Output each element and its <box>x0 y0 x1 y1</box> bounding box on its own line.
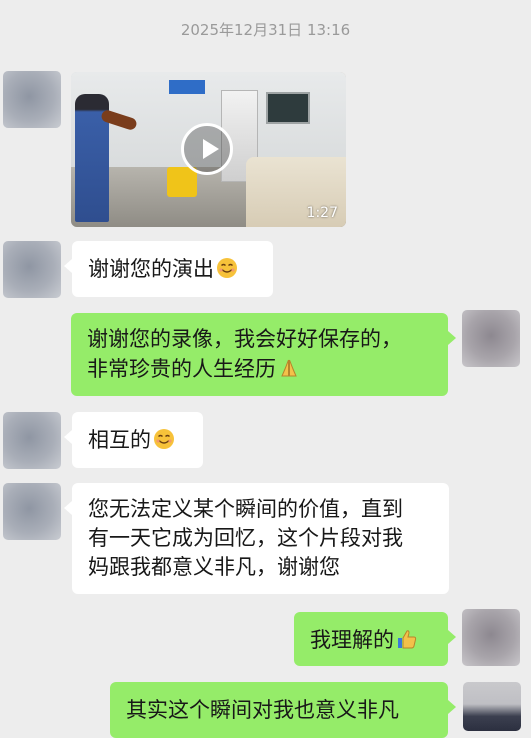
message-bubble-incoming[interactable]: 您无法定义某个瞬间的价值，直到 有一天它成为回忆，这个片段对我 妈跟我都意义非凡… <box>64 483 449 594</box>
contact-avatar[interactable] <box>3 71 61 128</box>
video-thumbnail-sign <box>169 80 205 94</box>
smiling-face-icon <box>217 258 237 278</box>
message-text-line: 妈跟我都意义非凡，谢谢您 <box>88 555 340 579</box>
video-message[interactable]: 1:27 <box>71 72 346 227</box>
message-bubble-incoming[interactable]: 谢谢您的演出 <box>64 241 273 297</box>
message-text: 我理解的 <box>310 628 394 652</box>
message-bubble-outgoing[interactable]: 其实这个瞬间对我也意义非凡 <box>110 682 456 738</box>
video-duration: 1:27 <box>306 205 338 221</box>
message-text: 谢谢您的演出 <box>88 257 214 281</box>
message-text: 其实这个瞬间对我也意义非凡 <box>126 698 399 722</box>
message-text-line: 您无法定义某个瞬间的价值，直到 <box>88 497 403 521</box>
message-text-line: 谢谢您的录像，我会好好保存的， <box>87 327 402 351</box>
chat-timestamp: 2025年12月31日 13:16 <box>180 21 351 39</box>
message-text: 相互的 <box>88 428 151 452</box>
message-bubble-incoming[interactable]: 相互的 <box>64 412 203 468</box>
contact-avatar[interactable] <box>3 412 61 469</box>
video-thumbnail-object <box>167 167 197 197</box>
video-thumbnail-monitor <box>266 92 310 124</box>
contact-avatar[interactable] <box>3 241 61 298</box>
my-avatar[interactable] <box>463 682 521 731</box>
smiling-face-icon <box>154 429 174 449</box>
message-text-line: 非常珍贵的人生经历 <box>87 357 276 381</box>
thumbs-up-icon <box>398 630 417 649</box>
my-avatar[interactable] <box>462 609 520 666</box>
play-icon[interactable] <box>181 123 233 175</box>
folded-hands-icon <box>281 359 297 377</box>
message-bubble-outgoing[interactable]: 我理解的 <box>294 612 456 666</box>
message-text-line: 有一天它成为回忆，这个片段对我 <box>88 526 403 550</box>
message-bubble-outgoing[interactable]: 谢谢您的录像，我会好好保存的， 非常珍贵的人生经历 <box>71 313 456 396</box>
contact-avatar[interactable] <box>3 483 61 540</box>
my-avatar[interactable] <box>462 310 520 367</box>
